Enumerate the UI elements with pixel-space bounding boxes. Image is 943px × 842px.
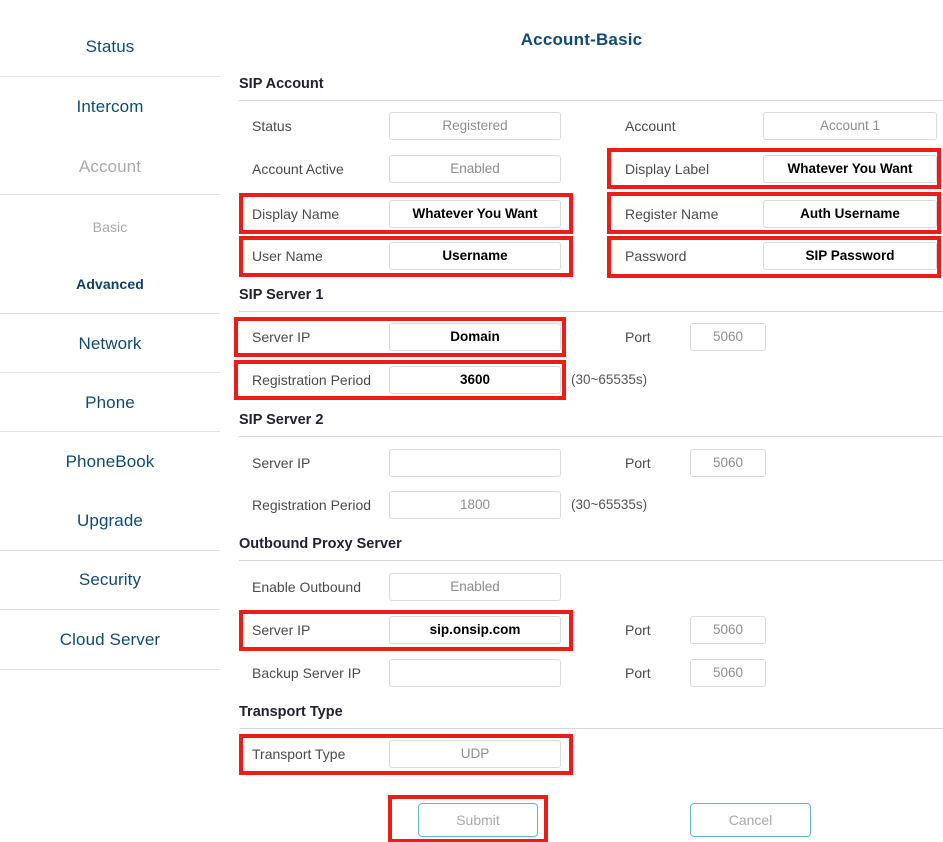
- status-field[interactable]: Registered: [389, 112, 561, 140]
- account-active-label: Account Active: [252, 161, 344, 177]
- sidebar-nav: Status Intercom Account Basic Advanced N…: [0, 0, 220, 842]
- account-active-field[interactable]: Enabled: [389, 155, 561, 183]
- enable-outbound-label: Enable Outbound: [252, 579, 361, 595]
- sidebar-item-security[interactable]: Security: [0, 570, 220, 590]
- sip2-server-ip-label: Server IP: [252, 455, 311, 471]
- sidebar-item-label: Advanced: [76, 276, 144, 292]
- sidebar-item-label: Basic: [92, 219, 128, 235]
- sidebar-divider: [0, 194, 220, 195]
- transport-type-field[interactable]: UDP: [389, 740, 561, 768]
- sidebar-item-label: Network: [78, 334, 142, 353]
- section-rule: [239, 100, 943, 101]
- sip2-registration-period-label: Registration Period: [252, 497, 372, 513]
- password-label: Password: [625, 248, 687, 264]
- sidebar-divider: [0, 313, 220, 314]
- backup-server-ip-field[interactable]: [389, 659, 561, 687]
- display-label-label: Display Label: [625, 161, 710, 177]
- main-content: Account-Basic SIP Account Status Registe…: [220, 0, 943, 842]
- section-rule: [239, 728, 943, 729]
- sip2-port-field[interactable]: 5060: [690, 449, 766, 477]
- backup-port-label: Port: [625, 665, 651, 681]
- sip1-registration-period-field[interactable]: 3600: [389, 366, 561, 394]
- sidebar-item-cloud-server[interactable]: Cloud Server: [0, 630, 220, 650]
- sip1-port-field[interactable]: 5060: [690, 323, 766, 351]
- sip1-server-ip-field[interactable]: Domain: [389, 323, 561, 351]
- sip2-port-label: Port: [625, 455, 651, 471]
- display-name-field[interactable]: Whatever You Want: [389, 200, 561, 228]
- register-name-label: Register Name: [625, 206, 719, 222]
- sidebar-divider: [0, 550, 220, 551]
- sidebar-item-label: Security: [78, 570, 142, 589]
- sidebar-divider: [0, 609, 220, 610]
- sip1-port-label: Port: [625, 329, 651, 345]
- user-name-label: User Name: [252, 248, 323, 264]
- backup-server-ip-label: Backup Server IP: [252, 665, 361, 681]
- page-title: Account-Basic: [520, 30, 643, 49]
- sip1-server-ip-label: Server IP: [252, 329, 311, 345]
- sidebar-item-label: Account: [78, 157, 142, 176]
- section-heading-sip-server-2: SIP Server 2: [239, 412, 324, 428]
- section-heading-transport-type: Transport Type: [239, 704, 343, 720]
- sidebar-item-label: Cloud Server: [59, 630, 161, 649]
- sidebar-divider: [0, 431, 220, 432]
- section-rule: [239, 311, 943, 312]
- transport-type-label: Transport Type: [252, 746, 346, 762]
- sip1-registration-period-hint: (30~65535s): [571, 372, 648, 387]
- sidebar-item-intercom[interactable]: Intercom: [0, 97, 220, 117]
- sidebar-item-upgrade[interactable]: Upgrade: [0, 511, 220, 531]
- sidebar-item-label: Upgrade: [77, 511, 143, 530]
- outbound-port-field[interactable]: 5060: [690, 616, 766, 644]
- cancel-button[interactable]: Cancel: [690, 803, 811, 837]
- sidebar-item-label: Status: [85, 37, 135, 56]
- section-heading-sip-account: SIP Account: [239, 76, 324, 92]
- user-name-field[interactable]: Username: [389, 242, 561, 270]
- section-rule: [239, 436, 943, 437]
- sip2-registration-period-hint: (30~65535s): [571, 497, 648, 512]
- sidebar-item-phonebook[interactable]: PhoneBook: [0, 452, 220, 472]
- sip2-server-ip-field[interactable]: [389, 449, 561, 477]
- sidebar-item-label: Phone: [85, 393, 135, 412]
- section-heading-sip-server-1: SIP Server 1: [239, 287, 324, 303]
- password-field[interactable]: SIP Password: [763, 242, 937, 270]
- display-label-field[interactable]: Whatever You Want: [763, 155, 937, 183]
- page-root: Status Intercom Account Basic Advanced N…: [0, 0, 943, 842]
- account-label: Account: [625, 118, 676, 134]
- sidebar-item-label: Intercom: [76, 97, 144, 116]
- submit-button[interactable]: Submit: [418, 803, 538, 837]
- section-heading-outbound-proxy: Outbound Proxy Server: [239, 536, 402, 552]
- account-field[interactable]: Account 1: [763, 112, 937, 140]
- sidebar-item-network[interactable]: Network: [0, 334, 220, 354]
- backup-port-field[interactable]: 5060: [690, 659, 766, 687]
- sip2-registration-period-field[interactable]: 1800: [389, 491, 561, 519]
- sidebar-divider: [0, 669, 220, 670]
- outbound-port-label: Port: [625, 622, 651, 638]
- display-name-label: Display Name: [252, 206, 340, 222]
- outbound-server-ip-label: Server IP: [252, 622, 311, 638]
- sip1-registration-period-label: Registration Period: [252, 372, 372, 388]
- sidebar-item-advanced[interactable]: Advanced: [0, 276, 220, 294]
- status-label: Status: [252, 118, 292, 134]
- sidebar-divider: [0, 76, 220, 77]
- sidebar-item-phone[interactable]: Phone: [0, 393, 220, 413]
- section-rule: [239, 560, 943, 561]
- sidebar-item-basic[interactable]: Basic: [0, 219, 220, 237]
- outbound-server-ip-field[interactable]: sip.onsip.com: [389, 616, 561, 644]
- sidebar-divider: [0, 372, 220, 373]
- register-name-field[interactable]: Auth Username: [763, 200, 937, 228]
- enable-outbound-field[interactable]: Enabled: [389, 573, 561, 601]
- sidebar-item-label: PhoneBook: [65, 452, 155, 471]
- sidebar-item-status[interactable]: Status: [0, 37, 220, 57]
- sidebar-item-account[interactable]: Account: [0, 157, 220, 177]
